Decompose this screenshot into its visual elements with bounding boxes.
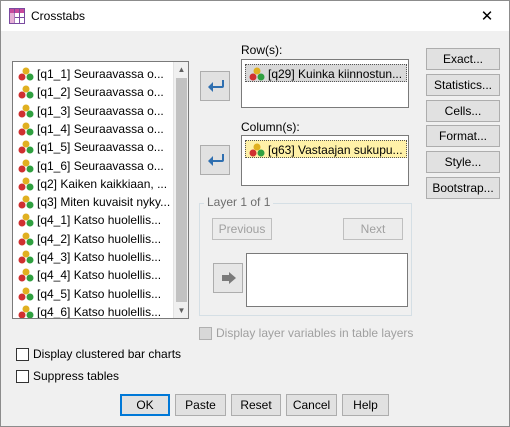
suppress-tables-checkbox[interactable] bbox=[16, 370, 29, 383]
nominal-variable-icon bbox=[249, 143, 265, 157]
variable-list-label: [q4_1] Katso huolellis... bbox=[37, 213, 162, 228]
variable-list-label: [q2] Kaiken kaikkiaan, ... bbox=[37, 176, 168, 191]
variable-list-label: [q1_4] Seuraavassa o... bbox=[37, 121, 164, 136]
nominal-variable-icon bbox=[18, 177, 34, 191]
variable-list-item[interactable]: [q1_2] Seuraavassa o... bbox=[16, 83, 174, 101]
variable-list-item[interactable]: [q1_6] Seuraavassa o... bbox=[16, 157, 174, 175]
column-variable-label: [q63] Vastaajan sukupu... bbox=[268, 143, 403, 157]
format-button[interactable]: Format... bbox=[426, 125, 500, 147]
display-layer-variables-label: Display layer variables in table layers bbox=[216, 326, 414, 340]
nominal-variable-icon bbox=[18, 232, 34, 246]
scrollbar-thumb[interactable] bbox=[176, 78, 187, 302]
arrow-right-icon bbox=[222, 272, 236, 284]
variable-list-label: [q3] Miten kuvaisit nyky... bbox=[37, 195, 171, 210]
column-variable-item[interactable]: [q63] Vastaajan sukupu... bbox=[245, 140, 407, 158]
rows-label: Row(s): bbox=[241, 43, 283, 57]
columns-label: Column(s): bbox=[241, 120, 300, 134]
scroll-down-icon[interactable]: ▼ bbox=[174, 303, 188, 318]
variable-list-item[interactable]: [q4_3] Katso huolellis... bbox=[16, 248, 174, 266]
nominal-variable-icon bbox=[18, 122, 34, 136]
previous-layer-button[interactable]: Previous bbox=[212, 218, 272, 240]
row-variable-label: [q29] Kuinka kiinnostun... bbox=[268, 67, 403, 81]
variable-list-label: [q1_2] Seuraavassa o... bbox=[37, 85, 164, 100]
variable-list-label: [q4_6] Katso huolellis... bbox=[37, 304, 162, 319]
variable-list-scrollbar[interactable]: ▲ ▼ bbox=[173, 62, 188, 318]
nominal-variable-icon bbox=[18, 67, 34, 81]
clustered-bar-checkbox[interactable] bbox=[16, 348, 29, 361]
variable-list-item[interactable]: [q4_4] Katso huolellis... bbox=[16, 266, 174, 284]
nominal-variable-icon bbox=[18, 305, 34, 318]
display-layer-variables-checkbox[interactable] bbox=[199, 327, 212, 340]
variable-list-label: [q1_3] Seuraavassa o... bbox=[37, 103, 164, 118]
variable-list-label: [q4_2] Katso huolellis... bbox=[37, 231, 162, 246]
nominal-variable-icon bbox=[249, 67, 265, 81]
variable-list-label: [q1_1] Seuraavassa o... bbox=[37, 67, 164, 81]
variable-list-item[interactable]: [q3] Miten kuvaisit nyky... bbox=[16, 193, 174, 211]
move-to-columns-button[interactable] bbox=[200, 145, 230, 175]
variable-list-item[interactable]: [q1_1] Seuraavassa o... bbox=[16, 65, 174, 83]
nominal-variable-icon bbox=[18, 250, 34, 264]
nominal-variable-icon bbox=[18, 104, 34, 118]
columns-target-list[interactable]: [q63] Vastaajan sukupu... bbox=[241, 135, 409, 186]
help-button[interactable]: Help bbox=[342, 394, 389, 416]
source-variable-list[interactable]: ▲ ▼ [q1_1] Seuraavassa o... [q1_2] Seuraa… bbox=[12, 61, 189, 319]
reset-button[interactable]: Reset bbox=[231, 394, 281, 416]
suppress-tables-label: Suppress tables bbox=[33, 369, 120, 383]
variable-list-item[interactable]: [q4_1] Katso huolellis... bbox=[16, 211, 174, 229]
statistics-button[interactable]: Statistics... bbox=[426, 74, 500, 96]
move-to-rows-button[interactable] bbox=[200, 71, 230, 101]
crosstabs-app-icon bbox=[9, 8, 25, 24]
variable-list-label: [q4_3] Katso huolellis... bbox=[37, 250, 162, 264]
layer-title: Layer 1 of 1 bbox=[204, 195, 274, 209]
row-variable-item[interactable]: [q29] Kuinka kiinnostun... bbox=[245, 64, 407, 82]
arrow-right-icon bbox=[208, 154, 224, 166]
rows-target-list[interactable]: [q29] Kuinka kiinnostun... bbox=[241, 59, 409, 108]
bootstrap-button[interactable]: Bootstrap... bbox=[426, 177, 500, 199]
ok-button[interactable]: OK bbox=[120, 394, 170, 416]
scroll-up-icon[interactable]: ▲ bbox=[174, 62, 188, 77]
paste-button[interactable]: Paste bbox=[175, 394, 226, 416]
variable-list-item[interactable]: [q4_6] Katso huolellis... bbox=[16, 303, 174, 319]
nominal-variable-icon bbox=[18, 159, 34, 172]
close-button[interactable]: ✕ bbox=[465, 1, 509, 31]
variable-list-label: [q4_4] Katso huolellis... bbox=[37, 268, 162, 283]
cells-button[interactable]: Cells... bbox=[426, 100, 500, 122]
nominal-variable-icon bbox=[18, 213, 34, 227]
nominal-variable-icon bbox=[18, 268, 34, 282]
variable-list-item[interactable]: [q2] Kaiken kaikkiaan, ... bbox=[16, 175, 174, 193]
arrow-right-icon bbox=[208, 80, 224, 92]
exact-button[interactable]: Exact... bbox=[426, 48, 500, 70]
move-to-layer-button[interactable] bbox=[213, 263, 243, 293]
window-title: Crosstabs bbox=[31, 9, 86, 23]
clustered-bar-label: Display clustered bar charts bbox=[33, 347, 182, 361]
crosstabs-dialog: Crosstabs ✕ ▲ ▼ [q1_1] Seuraavassa o... [… bbox=[0, 0, 510, 427]
variable-list-item[interactable]: [q1_5] Seuraavassa o... bbox=[16, 138, 174, 156]
nominal-variable-icon bbox=[18, 287, 34, 301]
variable-list-item[interactable]: [q4_2] Katso huolellis... bbox=[16, 230, 174, 248]
nominal-variable-icon bbox=[18, 85, 34, 99]
close-icon: ✕ bbox=[480, 7, 494, 25]
nominal-variable-icon bbox=[18, 140, 34, 154]
variable-list-label: [q1_5] Seuraavassa o... bbox=[37, 140, 164, 155]
nominal-variable-icon bbox=[18, 195, 34, 209]
variable-list-label: [q1_6] Seuraavassa o... bbox=[37, 158, 164, 173]
cancel-button[interactable]: Cancel bbox=[286, 394, 337, 416]
title-bar: Crosstabs ✕ bbox=[1, 1, 509, 31]
variable-list-item[interactable]: [q1_4] Seuraavassa o... bbox=[16, 120, 174, 138]
layer-target-list[interactable] bbox=[246, 253, 408, 307]
next-layer-button[interactable]: Next bbox=[343, 218, 403, 240]
style-button[interactable]: Style... bbox=[426, 151, 500, 173]
variable-list-item[interactable]: [q4_5] Katso huolellis... bbox=[16, 285, 174, 303]
variable-list-item[interactable]: [q1_3] Seuraavassa o... bbox=[16, 102, 174, 120]
variable-list-label: [q4_5] Katso huolellis... bbox=[37, 286, 162, 301]
